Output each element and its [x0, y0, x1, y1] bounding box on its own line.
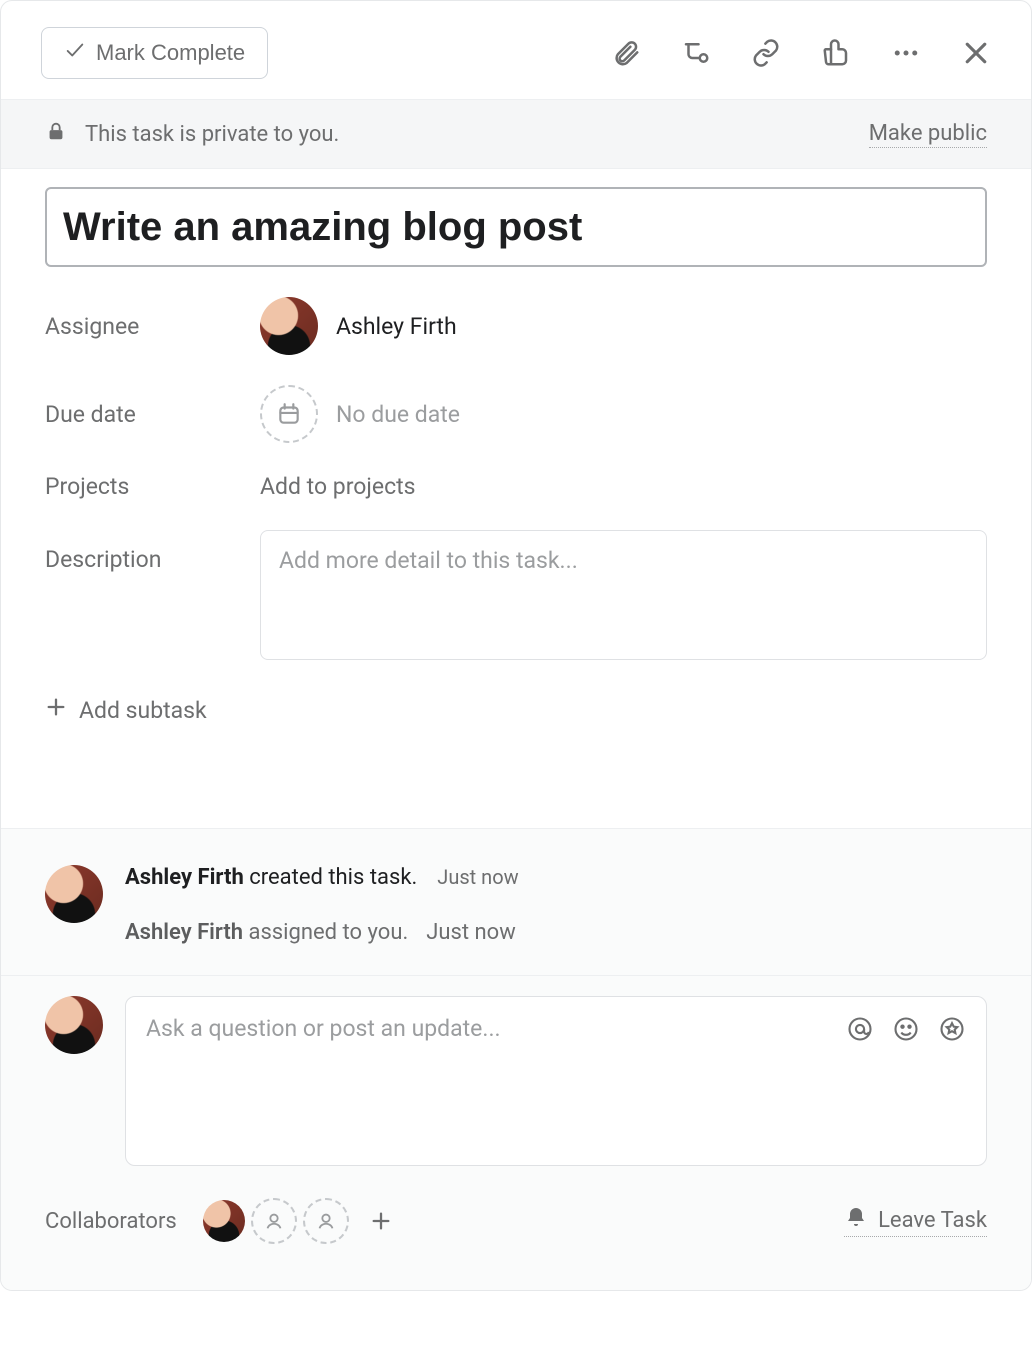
calendar-icon — [260, 385, 318, 443]
attachment-icon[interactable] — [611, 38, 641, 68]
avatar — [45, 996, 103, 1054]
mark-complete-button[interactable]: Mark Complete — [41, 27, 268, 79]
comment-icons — [846, 1015, 966, 1043]
projects-value[interactable]: Add to projects — [260, 473, 987, 500]
like-icon[interactable] — [821, 38, 851, 68]
privacy-strip: This task is private to you. Make public — [1, 100, 1031, 169]
add-subtask-button[interactable]: Add subtask — [45, 696, 207, 724]
link-icon[interactable] — [751, 38, 781, 68]
description-label: Description — [45, 530, 260, 573]
assignee-row: Assignee Ashley Firth — [45, 297, 987, 355]
activity-created: Ashley Firth created this task. Just now — [125, 865, 987, 890]
avatar[interactable] — [203, 1200, 245, 1242]
projects-label: Projects — [45, 473, 260, 500]
task-footer: Collaborators Leave Task — [1, 1166, 1031, 1290]
activity-row: Ashley Firth created this task. Just now… — [45, 865, 987, 945]
close-icon[interactable] — [961, 38, 991, 68]
leave-task-button[interactable]: Leave Task — [844, 1205, 987, 1237]
duedate-label: Due date — [45, 401, 260, 428]
avatar — [45, 865, 103, 923]
lock-icon — [45, 120, 67, 148]
comment-placeholder: Ask a question or post an update... — [146, 1015, 501, 1042]
activity-assigned-ts: Just now — [426, 920, 516, 945]
collaborators-stack — [203, 1198, 397, 1244]
duedate-row: Due date No due date — [45, 385, 987, 443]
projects-text: Add to projects — [260, 473, 416, 500]
assignee-name: Ashley Firth — [336, 313, 457, 340]
description-placeholder: Add more detail to this task... — [279, 547, 578, 574]
projects-row: Projects Add to projects — [45, 473, 987, 500]
collaborators-label: Collaborators — [45, 1209, 177, 1234]
avatar — [260, 297, 318, 355]
assignee-value[interactable]: Ashley Firth — [260, 297, 987, 355]
duedate-text: No due date — [336, 401, 460, 428]
add-collaborator-slot[interactable] — [303, 1198, 349, 1244]
task-body: Assignee Ashley Firth Due date No due da… — [1, 169, 1031, 828]
leave-task-label: Leave Task — [878, 1208, 987, 1233]
check-icon — [64, 39, 86, 67]
add-collaborator-slot[interactable] — [251, 1198, 297, 1244]
add-subtask-label: Add subtask — [79, 697, 207, 724]
task-modal: Mark Complete — [0, 0, 1032, 1291]
activity-section: Ashley Firth created this task. Just now… — [1, 828, 1031, 975]
activity-assigned: Ashley Firth assigned to you. Just now — [125, 920, 987, 945]
activity-assigned-suffix: assigned to you. — [243, 920, 408, 945]
add-collaborator-button[interactable] — [365, 1205, 397, 1237]
activity-creator-name: Ashley Firth — [125, 865, 244, 890]
make-public-link[interactable]: Make public — [869, 121, 987, 148]
more-icon[interactable] — [891, 38, 921, 68]
task-title-input[interactable] — [45, 187, 987, 267]
bell-icon — [844, 1205, 868, 1235]
mention-icon[interactable] — [846, 1015, 874, 1043]
plus-icon — [45, 696, 67, 724]
activity-assigned-name: Ashley Firth — [125, 920, 243, 945]
privacy-text: This task is private to you. — [85, 122, 339, 147]
privacy-left: This task is private to you. — [45, 120, 339, 148]
activity-created-ts: Just now — [437, 865, 518, 889]
comment-input[interactable]: Ask a question or post an update... — [125, 996, 987, 1166]
duedate-value[interactable]: No due date — [260, 385, 987, 443]
description-input[interactable]: Add more detail to this task... — [260, 530, 987, 660]
comment-area: Ask a question or post an update... — [1, 975, 1031, 1166]
task-toolbar: Mark Complete — [1, 1, 1031, 100]
activity-created-suffix: created this task. — [244, 865, 418, 890]
collaborators-section: Collaborators — [45, 1198, 397, 1244]
emoji-icon[interactable] — [892, 1015, 920, 1043]
subtask-icon[interactable] — [681, 38, 711, 68]
star-icon[interactable] — [938, 1015, 966, 1043]
mark-complete-label: Mark Complete — [96, 40, 245, 66]
assignee-label: Assignee — [45, 313, 260, 340]
toolbar-actions — [611, 38, 991, 68]
description-row: Description Add more detail to this task… — [45, 530, 987, 660]
